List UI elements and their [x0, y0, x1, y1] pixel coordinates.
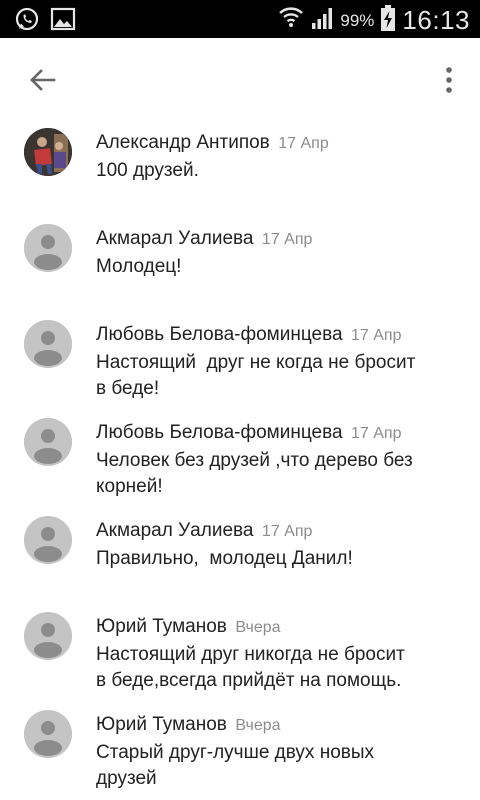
comment-text: Правильно, молодец Данил!	[96, 548, 353, 569]
more-vert-icon	[445, 66, 453, 99]
image-icon	[50, 6, 76, 37]
comment-text: Старый друг-лучше двух новых друзей	[96, 742, 375, 789]
arrow-back-icon	[28, 66, 56, 99]
comment-item[interactable]: Любовь Белова-фоминцева 17 Апр Человек б…	[0, 412, 480, 510]
comment-author: Юрий Туманов	[96, 616, 227, 637]
comment-author: Любовь Белова-фоминцева	[96, 324, 343, 345]
avatar-default-icon[interactable]	[24, 612, 72, 660]
comment-item[interactable]: Александр Антипов 17 Апр 100 друзей.	[0, 122, 480, 218]
comment-text: Молодец!	[96, 256, 182, 277]
comment-author: Александр Антипов	[96, 132, 270, 153]
comment-date: 17 Апр	[278, 135, 329, 152]
battery-charging-icon	[380, 4, 396, 37]
comment-author: Акмарал Уалиева	[96, 228, 254, 249]
comment-item[interactable]: Юрий Туманов Вчера Старый друг-лучше дву…	[0, 704, 480, 800]
comment-date: Вчера	[235, 619, 281, 636]
comment-date: 17 Апр	[351, 327, 402, 344]
more-options-button[interactable]	[434, 62, 464, 102]
battery-percent: 99%	[340, 10, 375, 30]
avatar-default-icon[interactable]	[24, 710, 72, 758]
clock: 16:13	[402, 5, 470, 35]
avatar-default-icon[interactable]	[24, 418, 72, 466]
comment-author: Любовь Белова-фоминцева	[96, 422, 343, 443]
avatar-default-icon[interactable]	[24, 320, 72, 368]
comment-date: 17 Апр	[261, 231, 313, 248]
whatsapp-icon	[14, 6, 40, 37]
comment-item[interactable]: Акмарал Уалиева 17 Апр Правильно, молоде…	[0, 510, 480, 606]
wifi-icon	[278, 4, 304, 37]
signal-icon	[310, 5, 334, 36]
comment-text: Настоящий друг не когда не бросит в беде…	[96, 352, 416, 399]
comment-text: Настоящий друг никогда не бросит в беде,…	[96, 644, 405, 691]
app-bar	[0, 38, 480, 122]
comment-text: 100 друзей.	[96, 160, 199, 181]
comment-date: 17 Апр	[261, 523, 313, 540]
back-button[interactable]	[22, 62, 62, 102]
comment-item[interactable]: Юрий Туманов Вчера Настоящий друг никогд…	[0, 606, 480, 704]
comment-item[interactable]: Акмарал Уалиева 17 Апр Молодец!	[0, 218, 480, 314]
comment-author: Юрий Туманов	[96, 714, 227, 735]
avatar-default-icon[interactable]	[24, 224, 72, 272]
comment-date: 17 Апр	[351, 425, 402, 442]
status-bar: 99% 16:13	[0, 0, 480, 38]
comment-text: Человек без друзей ,что дерево без корне…	[96, 450, 413, 497]
comment-date: Вчера	[235, 717, 281, 734]
avatar-photo[interactable]	[24, 128, 72, 176]
avatar-default-icon[interactable]	[24, 516, 72, 564]
comment-item[interactable]: Любовь Белова-фоминцева 17 Апр Настоящий…	[0, 314, 480, 412]
comment-author: Акмарал Уалиева	[96, 520, 254, 541]
